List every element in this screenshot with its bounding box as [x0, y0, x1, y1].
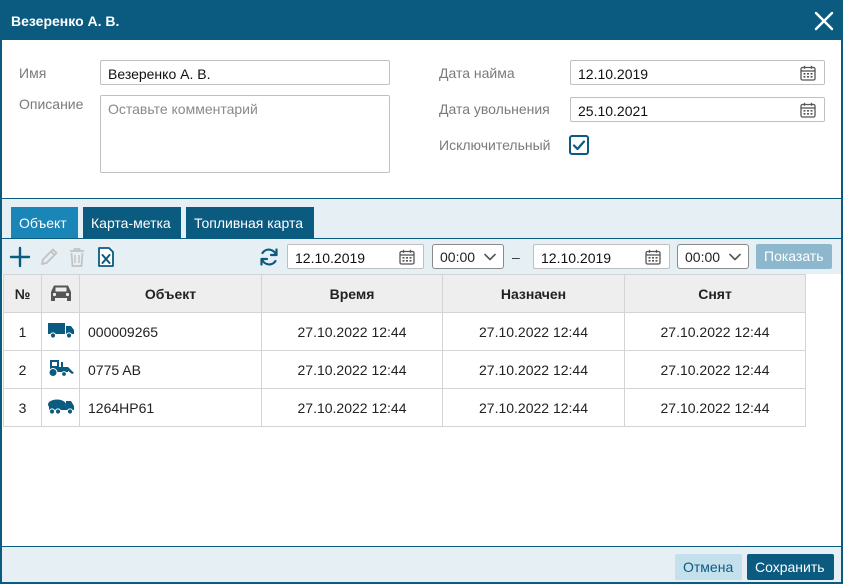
row-object: 0775 AB — [79, 350, 262, 389]
calendar-icon[interactable] — [800, 65, 816, 81]
add-icon[interactable] — [9, 246, 31, 268]
checkmark-icon — [572, 140, 586, 151]
col-object[interactable]: Объект — [79, 274, 262, 313]
toolbar: 12.10.2019 00:00 – 12.10.2019 00:00 Пока… — [2, 238, 841, 274]
table-row[interactable]: 3 1264HP61 27.10.2022 12:44 27.10.2022 1… — [3, 388, 806, 427]
date-to-input[interactable]: 12.10.2019 — [533, 244, 670, 269]
col-time[interactable]: Время — [261, 274, 443, 313]
chevron-down-icon — [484, 253, 496, 261]
dialog-title: Везеренко А. В. — [11, 13, 120, 29]
row-removed: 27.10.2022 12:44 — [624, 388, 806, 427]
row-number: 3 — [3, 388, 42, 427]
dismissal-date-value: 25.10.2021 — [578, 103, 649, 119]
row-removed: 27.10.2022 12:44 — [624, 312, 806, 351]
dialog-footer: Отмена Сохранить — [2, 546, 841, 582]
table-row[interactable]: 2 0775 AB 27.10.2022 12:44 27.10.2022 12… — [3, 350, 806, 389]
col-removed[interactable]: Снят — [624, 274, 806, 313]
row-number: 2 — [3, 350, 42, 389]
col-assigned[interactable]: Назначен — [442, 274, 625, 313]
row-vehicle-icon-cell — [41, 312, 80, 351]
tab-fuel-card[interactable]: Топливная карта — [186, 207, 314, 238]
tab-object[interactable]: Объект — [11, 207, 78, 238]
name-input-value: Везеренко А. В. — [108, 66, 211, 82]
description-textarea[interactable]: Оставьте комментарий — [100, 95, 390, 173]
edit-pencil-icon[interactable] — [38, 246, 60, 268]
table-header-row: № Объект Время Назначен Снят — [3, 274, 806, 313]
truck-icon — [47, 323, 74, 339]
close-icon[interactable] — [813, 10, 835, 32]
excel-export-icon[interactable] — [95, 246, 117, 268]
dialog-titlebar: Везеренко А. В. — [2, 2, 841, 40]
exclusive-checkbox[interactable] — [569, 135, 589, 155]
name-label: Имя — [19, 65, 47, 81]
exclusive-label: Исключительный — [439, 137, 551, 153]
calendar-icon[interactable] — [399, 249, 415, 265]
date-to-value: 12.10.2019 — [541, 250, 612, 266]
date-range-separator: – — [512, 249, 520, 265]
mixer-truck-icon — [47, 399, 74, 415]
time-to-select[interactable]: 00:00 — [677, 244, 749, 269]
row-object: 1264HP61 — [79, 388, 262, 427]
time-from-select[interactable]: 00:00 — [432, 244, 504, 269]
date-from-value: 12.10.2019 — [295, 250, 366, 266]
row-object: 000009265 — [79, 312, 262, 351]
description-label: Описание — [19, 96, 84, 112]
time-to-value: 00:00 — [685, 249, 721, 265]
dismissal-date-input[interactable]: 25.10.2021 — [570, 97, 825, 122]
chevron-down-icon — [729, 253, 741, 261]
dismissal-date-label: Дата увольнения — [439, 101, 550, 117]
row-vehicle-icon-cell — [41, 388, 80, 427]
tab-tag-card[interactable]: Карта-метка — [83, 207, 181, 238]
row-assigned: 27.10.2022 12:44 — [442, 350, 625, 389]
table-row[interactable]: 1 000009265 27.10.2022 12:44 27.10.2022 … — [3, 312, 806, 351]
delete-trash-icon[interactable] — [66, 246, 88, 268]
tractor-icon — [48, 360, 74, 377]
show-button[interactable]: Показать — [756, 244, 832, 269]
row-number: 1 — [3, 312, 42, 351]
calendar-icon[interactable] — [800, 102, 816, 118]
tab-bar: Объект Карта-метка Топливная карта — [2, 198, 841, 238]
cancel-button[interactable]: Отмена — [675, 554, 742, 580]
time-from-value: 00:00 — [440, 249, 476, 265]
car-icon — [50, 285, 71, 301]
row-vehicle-icon-cell — [41, 350, 80, 389]
calendar-icon[interactable] — [645, 249, 661, 265]
row-assigned: 27.10.2022 12:44 — [442, 312, 625, 351]
hire-date-input[interactable]: 12.10.2019 — [570, 60, 825, 85]
hire-date-label: Дата найма — [439, 65, 515, 81]
hire-date-value: 12.10.2019 — [578, 66, 649, 82]
row-time: 27.10.2022 12:44 — [261, 312, 443, 351]
row-time: 27.10.2022 12:44 — [261, 388, 443, 427]
employee-dialog: Везеренко А. В. Имя Везеренко А. В. Опис… — [0, 0, 843, 584]
save-button[interactable]: Сохранить — [747, 554, 834, 580]
col-number[interactable]: № — [3, 274, 42, 313]
row-time: 27.10.2022 12:44 — [261, 350, 443, 389]
row-removed: 27.10.2022 12:44 — [624, 350, 806, 389]
refresh-icon[interactable] — [258, 246, 280, 268]
row-assigned: 27.10.2022 12:44 — [442, 388, 625, 427]
date-from-input[interactable]: 12.10.2019 — [287, 244, 424, 269]
description-placeholder: Оставьте комментарий — [108, 101, 258, 117]
name-input[interactable]: Везеренко А. В. — [100, 60, 390, 85]
col-vehicle-type[interactable] — [41, 274, 80, 313]
objects-table: № Объект Время Назначен Снят 1 000009265… — [3, 274, 806, 427]
